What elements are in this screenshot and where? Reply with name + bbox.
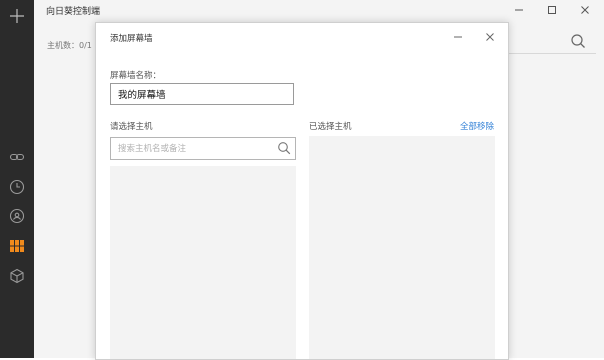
close-icon: [486, 33, 494, 41]
link-icon: [9, 153, 25, 161]
close-button[interactable]: [574, 1, 596, 19]
host-count: 主机数：0/1: [47, 41, 92, 50]
wall-name-label: 屏幕墙名称：: [110, 71, 162, 81]
minimize-icon: [454, 36, 462, 38]
selected-hosts-label: 已选择主机: [309, 122, 352, 132]
dialog-title: 添加屏幕墙: [110, 34, 153, 44]
cube-icon: [10, 268, 24, 284]
dialog-minimize-button[interactable]: [448, 27, 468, 47]
sidebar: [0, 0, 34, 358]
maximize-icon: [548, 6, 556, 14]
available-hosts-list[interactable]: [110, 166, 296, 359]
clock-icon: [9, 179, 25, 195]
sidebar-item-history[interactable]: [7, 177, 27, 197]
remote-icon: [9, 208, 25, 224]
wall-name-input[interactable]: [110, 83, 294, 105]
add-button[interactable]: [7, 6, 27, 26]
sidebar-item-connections[interactable]: [7, 147, 27, 167]
search-underline: [506, 53, 596, 54]
host-search-box: [110, 137, 296, 160]
search-icon[interactable]: [570, 33, 586, 49]
sidebar-item-screen-wall[interactable]: [7, 236, 27, 256]
add-screen-wall-dialog: 添加屏幕墙 屏幕墙名称： 请选择主机 已选择主机 全部移除: [95, 22, 509, 360]
minimize-icon: [515, 9, 523, 11]
host-search-input[interactable]: [111, 138, 271, 159]
dialog-close-button[interactable]: [480, 27, 500, 47]
app-title: 向日葵控制端: [46, 7, 101, 17]
sidebar-item-remote[interactable]: [7, 206, 27, 226]
selected-hosts-list[interactable]: [309, 136, 495, 359]
sidebar-item-discover[interactable]: [7, 266, 27, 286]
select-hosts-label: 请选择主机: [110, 122, 153, 132]
screen-wall-icon: [10, 240, 24, 252]
plus-icon: [10, 9, 24, 23]
maximize-button[interactable]: [541, 1, 563, 19]
remove-all-link[interactable]: 全部移除: [460, 120, 494, 132]
search-icon[interactable]: [277, 141, 291, 155]
minimize-button[interactable]: [508, 1, 530, 19]
close-icon: [581, 6, 589, 14]
